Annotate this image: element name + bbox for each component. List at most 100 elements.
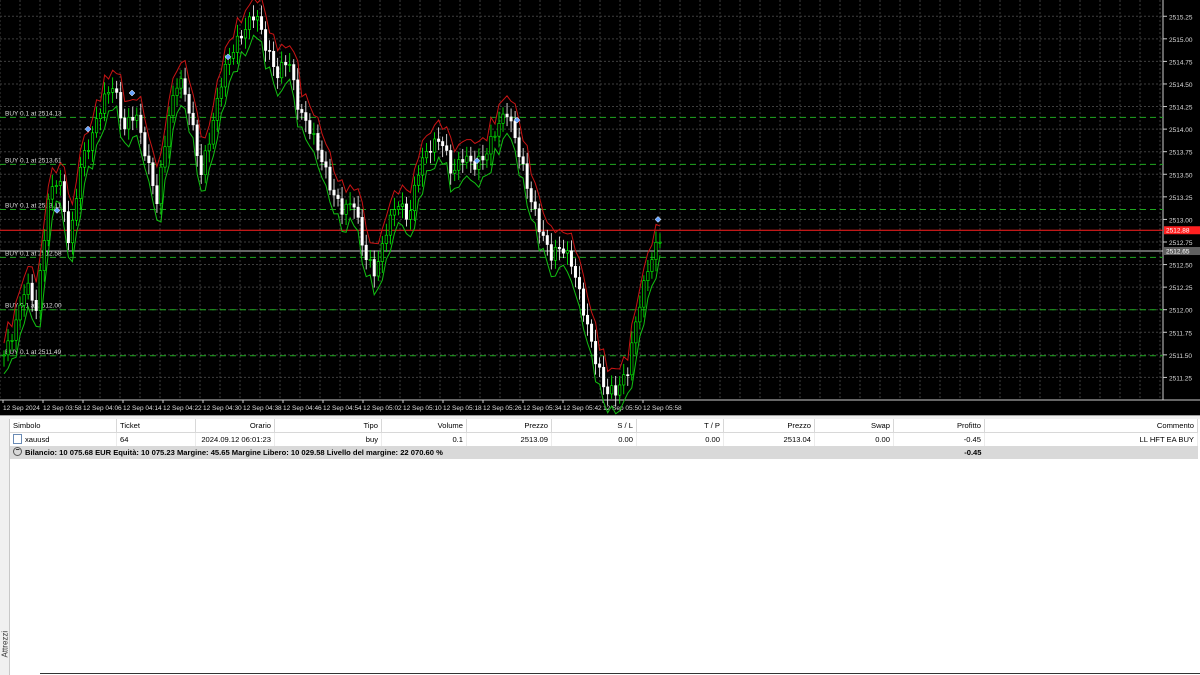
candle	[384, 234, 388, 244]
candle	[147, 155, 151, 163]
candle	[586, 314, 590, 325]
col-time[interactable]: Orario	[195, 419, 275, 433]
candle	[565, 250, 569, 254]
candle	[143, 132, 147, 157]
col-open-price[interactable]: Prezzo	[466, 419, 552, 433]
account-summary: Bilancio: 10 075.68 EUR Equità: 10 075.2…	[25, 447, 443, 457]
candle	[131, 116, 135, 121]
table-row[interactable]: xauusd 64 2024.09.12 06:01:23 buy 0.1 25…	[10, 432, 1198, 446]
candle	[348, 203, 352, 206]
time-axis-label: 12 Sep 05:34	[523, 405, 562, 412]
time-axis-label: 12 Sep 04:06	[83, 405, 122, 412]
col-ticket[interactable]: Ticket	[116, 419, 196, 433]
row-current-price: 2513.04	[723, 432, 815, 446]
candle	[26, 282, 30, 295]
candle	[449, 150, 453, 174]
candle	[489, 136, 493, 155]
candle	[235, 35, 239, 53]
price-axis-label: 2513.50	[1169, 172, 1193, 179]
price-axis-label: 2515.25	[1169, 14, 1193, 21]
candle	[618, 384, 622, 396]
candle	[533, 201, 537, 209]
candle	[296, 79, 300, 110]
candle	[272, 50, 276, 67]
candle	[626, 374, 630, 376]
time-axis-label: 12 Sep 05:10	[403, 405, 442, 412]
candle	[352, 203, 356, 208]
candle	[58, 181, 62, 186]
time-axis-label: 12 Sep 04:54	[323, 405, 362, 412]
candle	[517, 137, 521, 158]
candle	[99, 112, 103, 119]
candle	[425, 151, 429, 159]
candle	[541, 231, 545, 236]
candle	[243, 29, 247, 39]
candle	[493, 135, 497, 138]
col-tp[interactable]: T / P	[636, 419, 724, 433]
candle	[119, 92, 123, 119]
col-comment[interactable]: Commento	[984, 419, 1198, 433]
order-label: BUY 0.1 at 2514.13	[5, 110, 62, 117]
col-type[interactable]: Tipo	[274, 419, 382, 433]
candle	[151, 162, 155, 186]
candle	[6, 340, 10, 356]
col-swap[interactable]: Swap	[814, 419, 894, 433]
summary-row[interactable]: − Bilancio: 10 075.68 EUR Equità: 10 075.…	[10, 446, 1198, 459]
candle	[215, 98, 219, 121]
price-axis-label: 2514.00	[1169, 127, 1193, 134]
candle	[380, 243, 384, 262]
candle	[82, 150, 86, 168]
candle	[412, 184, 416, 212]
trade-marker-icon	[128, 89, 136, 97]
candle	[312, 133, 316, 135]
row-open-price: 2513.09	[466, 432, 552, 446]
candle	[461, 159, 465, 163]
col-sl[interactable]: S / L	[551, 419, 637, 433]
candle	[646, 271, 650, 282]
candle	[658, 241, 662, 244]
row-symbol: xauusd	[25, 434, 50, 444]
candle	[316, 133, 320, 151]
candle	[505, 113, 509, 118]
candle	[356, 206, 360, 218]
price-axis-label: 2513.75	[1169, 150, 1193, 157]
candle	[256, 16, 260, 21]
candle	[545, 235, 549, 245]
terminal-side-tab[interactable]: Attrezzi	[0, 419, 10, 675]
candle	[231, 52, 235, 59]
candle	[441, 141, 445, 147]
candle	[590, 323, 594, 342]
row-tp: 0.00	[636, 432, 724, 446]
time-axis-label: 12 Sep 04:46	[283, 405, 322, 412]
collapse-icon[interactable]: −	[13, 447, 22, 457]
candle	[171, 95, 175, 116]
candle	[175, 87, 179, 96]
candle	[513, 120, 517, 139]
candle	[247, 16, 251, 30]
order-label: BUY 0.1 at 2512.00	[5, 303, 62, 310]
row-sl: 0.00	[551, 432, 637, 446]
price-chart[interactable]: 2515.25 2515.00 2514.75 2514.50 2514.25 2514.…	[0, 0, 1200, 415]
candle	[115, 88, 119, 93]
candle	[408, 210, 412, 220]
order-label: BUY 0.1 at 2513.11	[5, 202, 62, 209]
candle	[654, 242, 658, 260]
col-profit[interactable]: Profitto	[893, 419, 985, 433]
col-current-price[interactable]: Prezzo	[723, 419, 815, 433]
candle	[78, 166, 82, 199]
candle	[260, 16, 264, 30]
price-axis-label: 2512.50	[1169, 263, 1193, 270]
col-volume[interactable]: Volume	[381, 419, 467, 433]
candle	[264, 29, 268, 51]
chart-canvas[interactable]: 2515.25 2515.00 2514.75 2514.50 2514.25 2514.…	[0, 0, 1200, 415]
time-axis-label: 12 Sep 05:58	[643, 405, 682, 412]
row-time: 2024.09.12 06:01:23	[195, 432, 275, 446]
col-symbol[interactable]: Simbolo	[10, 419, 117, 433]
candle	[223, 63, 227, 88]
candle	[207, 143, 211, 152]
candle	[179, 78, 183, 89]
candle	[135, 114, 139, 121]
candle	[364, 244, 368, 260]
time-axis-label: 12 Sep 05:42	[563, 405, 602, 412]
candle	[292, 64, 296, 81]
